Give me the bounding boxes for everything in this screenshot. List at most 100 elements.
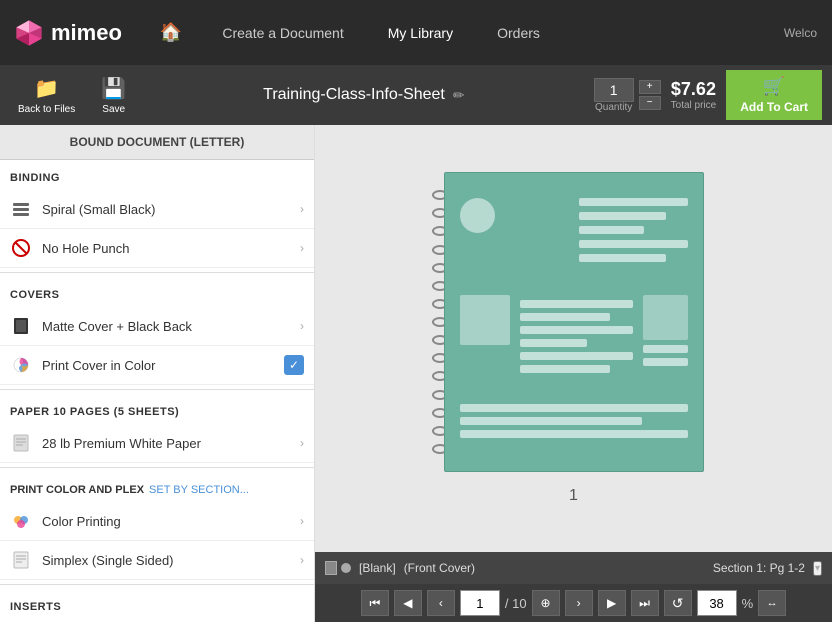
cover-bottom <box>460 295 688 386</box>
spiral-binding-label: Spiral (Small Black) <box>42 202 290 217</box>
document-cover <box>444 172 704 472</box>
quantity-increase-button[interactable]: + <box>639 80 661 94</box>
paper-arrow-icon: › <box>300 436 304 450</box>
paper-label: 28 lb Premium White Paper <box>42 436 290 451</box>
cover-lines-right <box>579 193 688 275</box>
rotate-button[interactable]: ↺ <box>664 590 692 616</box>
no-hole-punch-option[interactable]: No Hole Punch › <box>0 229 314 268</box>
document-preview <box>444 172 704 472</box>
right-area: 1 [Blank] (Front Cover) Section 1: Pg 1-… <box>315 125 832 622</box>
price-label: Total price <box>671 100 717 111</box>
next-page-button[interactable]: ▶ <box>598 590 626 616</box>
back-icon: 📁 <box>34 76 59 101</box>
no-hole-label: No Hole Punch <box>42 241 290 256</box>
nav-create-document[interactable]: Create a Document <box>210 20 355 46</box>
spiral-arrow-icon: › <box>300 202 304 216</box>
welcome-text: Welco <box>784 26 817 40</box>
save-icon: 💾 <box>101 76 126 101</box>
print-color-icon <box>10 354 32 376</box>
zoom-percent: % <box>742 596 754 611</box>
logo-text: mimeo <box>51 20 122 46</box>
color-printing-icon <box>10 510 32 532</box>
page-indicator <box>325 561 351 575</box>
home-button[interactable]: 🏠 <box>152 17 190 48</box>
total-pages: / 10 <box>505 596 527 611</box>
color-printing-label: Color Printing <box>42 514 290 529</box>
logo-gem-icon <box>15 19 43 47</box>
fit-button[interactable]: ↔ <box>758 590 786 616</box>
no-hole-icon <box>10 237 32 259</box>
quantity-decrease-button[interactable]: − <box>639 96 661 110</box>
print-color-check: ✓ <box>284 355 304 375</box>
page-dot-icon <box>341 563 351 573</box>
page-blank-label: [Blank] <box>359 561 396 575</box>
step-forward-button[interactable]: › <box>565 590 593 616</box>
simplex-label: Simplex (Single Sided) <box>42 553 290 568</box>
preview-area: 1 <box>315 125 832 552</box>
nav-orders[interactable]: Orders <box>485 20 552 46</box>
save-button[interactable]: 💾 Save <box>93 72 134 119</box>
page-square-icon <box>325 561 337 575</box>
section-dropdown-button[interactable]: ▾ <box>813 561 822 576</box>
binding-section-title: BINDING <box>0 160 314 190</box>
quantity-input[interactable] <box>594 78 634 102</box>
matte-cover-label: Matte Cover + Black Back <box>42 319 290 334</box>
paper-weight-option[interactable]: 28 lb Premium White Paper › <box>0 424 314 463</box>
section-info: Section 1: Pg 1-2 <box>713 561 805 575</box>
covers-section-title: COVERS <box>0 277 314 307</box>
spiral-binding-option[interactable]: Spiral (Small Black) › <box>0 190 314 229</box>
add-to-cart-label: Add To Cart <box>740 100 808 114</box>
bottom-status-bar: [Blank] (Front Cover) Section 1: Pg 1-2 … <box>315 552 832 584</box>
save-label: Save <box>102 104 125 115</box>
main-area: BOUND DOCUMENT (LETTER) BINDING Spiral (… <box>0 125 832 622</box>
cover-circle <box>460 198 495 233</box>
edit-title-icon[interactable]: ✏ <box>453 87 465 104</box>
toolbar: 📁 Back to Files 💾 Save Training-Class-In… <box>0 65 832 125</box>
quantity-box: Quantity <box>594 78 634 113</box>
cover-small-rect <box>460 295 510 345</box>
spiral-icon <box>10 198 32 220</box>
last-page-button[interactable]: ⏭ <box>631 590 659 616</box>
quantity-label: Quantity <box>595 102 632 113</box>
simplex-icon <box>10 549 32 571</box>
simplex-arrow-icon: › <box>300 553 304 567</box>
document-title-area: Training-Class-Info-Sheet ✏ <box>144 86 583 104</box>
cover-right-rect <box>643 295 688 340</box>
nav-my-library[interactable]: My Library <box>376 20 465 46</box>
current-page-input[interactable] <box>460 590 500 616</box>
first-page-button[interactable]: ⏮ <box>361 590 389 616</box>
step-back-button[interactable]: ‹ <box>427 590 455 616</box>
print-section-title: PRINT COLOR AND PLEX <box>10 484 144 496</box>
quantity-area: Quantity + − <box>594 78 661 113</box>
page-number: 1 <box>569 487 578 505</box>
print-color-label: Print Cover in Color <box>42 358 274 373</box>
print-set-by-section[interactable]: SET BY SECTION... <box>149 484 249 496</box>
matte-cover-option[interactable]: Matte Cover + Black Back › <box>0 307 314 346</box>
color-printing-option[interactable]: Color Printing › <box>0 502 314 541</box>
quantity-controls: + − <box>639 80 661 110</box>
simplex-option[interactable]: Simplex (Single Sided) › <box>0 541 314 580</box>
page-cover-label: (Front Cover) <box>404 561 475 575</box>
cover-bottom-lines <box>520 295 633 386</box>
add-to-cart-button[interactable]: 🛒 Add To Cart <box>726 70 822 120</box>
spiral-binding-visual <box>432 182 444 462</box>
document-title: Training-Class-Info-Sheet <box>263 86 445 104</box>
zoom-input[interactable] <box>697 590 737 616</box>
left-panel: BOUND DOCUMENT (LETTER) BINDING Spiral (… <box>0 125 315 622</box>
price-value: $7.62 <box>671 79 716 100</box>
cart-icon: 🛒 <box>763 76 785 97</box>
top-navigation: mimeo 🏠 Create a Document My Library Ord… <box>0 0 832 65</box>
matte-cover-icon <box>10 315 32 337</box>
print-cover-color-option[interactable]: Print Cover in Color ✓ <box>0 346 314 385</box>
paper-section-title: PAPER 10 PAGES (5 SHEETS) <box>0 394 314 424</box>
cursor-button[interactable]: ⊕ <box>532 590 560 616</box>
matte-arrow-icon: › <box>300 319 304 333</box>
back-to-files-button[interactable]: 📁 Back to Files <box>10 72 83 119</box>
prev-page-button[interactable]: ◀ <box>394 590 422 616</box>
print-section-row: PRINT COLOR AND PLEX SET BY SECTION... <box>0 472 314 502</box>
inserts-section-title: INSERTS <box>0 589 314 619</box>
price-area: $7.62 Total price <box>671 79 717 111</box>
panel-header: BOUND DOCUMENT (LETTER) <box>0 125 314 160</box>
pagination-bar: ⏮ ◀ ‹ / 10 ⊕ › ▶ ⏭ ↺ % ↔ <box>315 584 832 622</box>
color-printing-arrow-icon: › <box>300 514 304 528</box>
